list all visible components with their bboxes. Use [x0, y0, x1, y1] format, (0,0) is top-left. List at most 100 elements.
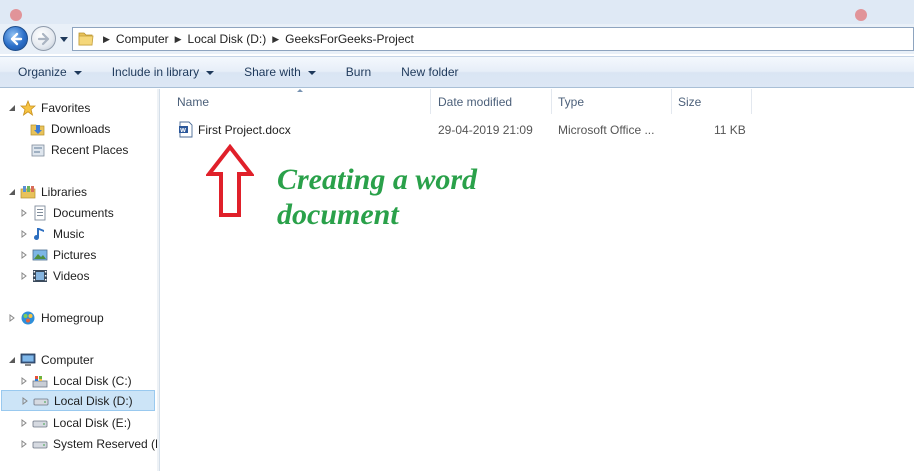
expand-triangle-icon[interactable]: [20, 376, 28, 385]
breadcrumb-local-disk-d[interactable]: Local Disk (D:): [188, 32, 267, 46]
word-document-icon: W: [179, 121, 193, 138]
nav-homegroup-label: Homegroup: [41, 310, 104, 325]
command-bar: Organize Include in library Share with B…: [0, 56, 914, 88]
share-with-label: Share with: [244, 65, 301, 79]
address-row: ▶ Computer ▶ Local Disk (D:) ▶ GeeksForG…: [0, 24, 914, 54]
nav-system-reserved[interactable]: System Reserved (H:: [20, 433, 160, 454]
chevron-down-icon: [206, 70, 215, 75]
nav-music-label: Music: [53, 226, 85, 241]
annotation-up-arrow: [206, 144, 254, 217]
collapse-triangle-icon[interactable]: [8, 188, 16, 196]
include-in-library-button[interactable]: Include in library: [94, 60, 226, 84]
column-header-size[interactable]: Size: [672, 89, 752, 114]
share-with-button[interactable]: Share with: [226, 60, 328, 84]
background-tab-strip: [0, 0, 914, 26]
nav-local-disk-e-label: Local Disk (E:): [53, 415, 132, 430]
star-icon: [20, 99, 36, 116]
folder-icon: [75, 28, 97, 50]
forward-button[interactable]: [31, 26, 56, 51]
documents-icon: [34, 205, 46, 220]
nav-local-disk-e[interactable]: Local Disk (E:): [20, 412, 131, 433]
recent-pages-dropdown-icon[interactable]: [59, 34, 69, 44]
nav-scrollbar[interactable]: [157, 89, 159, 471]
nav-recent-places[interactable]: Recent Places: [30, 139, 128, 160]
expand-triangle-icon[interactable]: [20, 439, 28, 448]
file-type: Microsoft Office ...: [558, 123, 655, 137]
nav-pictures[interactable]: Pictures: [20, 244, 96, 265]
chevron-down-icon: [307, 70, 316, 75]
annotation-text: Creating a word document: [277, 162, 537, 232]
pictures-icon: [32, 249, 48, 260]
column-header-date-modified[interactable]: Date modified: [432, 89, 552, 114]
expand-triangle-icon[interactable]: [8, 313, 16, 322]
back-button[interactable]: [3, 26, 28, 51]
expand-triangle-icon[interactable]: [20, 208, 28, 217]
new-folder-label: New folder: [401, 65, 459, 79]
nav-system-reserved-label: System Reserved (H:: [53, 436, 160, 451]
column-header-type-label: Type: [558, 94, 585, 109]
column-header-name[interactable]: Name: [171, 89, 431, 114]
file-date-modified: 29-04-2019 21:09: [438, 123, 533, 137]
breadcrumb[interactable]: ▶ Computer ▶ Local Disk (D:) ▶ GeeksForG…: [72, 27, 914, 51]
nav-downloads[interactable]: Downloads: [30, 118, 110, 139]
nav-homegroup[interactable]: Homegroup: [8, 307, 104, 328]
nav-recent-places-label: Recent Places: [51, 142, 129, 157]
column-header-date-modified-label: Date modified: [438, 94, 513, 109]
nav-libraries[interactable]: Libraries: [8, 181, 87, 202]
navigation-pane: Favorites Downloads Recent Places Librar…: [0, 89, 160, 471]
nav-local-disk-c-label: Local Disk (C:): [53, 373, 132, 388]
nav-local-disk-d-label: Local Disk (D:): [54, 393, 133, 408]
nav-pictures-label: Pictures: [53, 247, 97, 262]
burn-label: Burn: [345, 65, 372, 79]
nav-videos[interactable]: Videos: [20, 265, 89, 286]
new-folder-button[interactable]: New folder: [383, 60, 470, 84]
annotation-line-1: Creating a word: [277, 163, 478, 196]
file-list-pane: Name Date modified Type Size W First Pro…: [161, 89, 914, 471]
nav-favorites[interactable]: Favorites: [8, 97, 90, 118]
chevron-right-icon[interactable]: ▶: [272, 34, 279, 45]
downloads-folder-icon: [30, 124, 45, 135]
libraries-icon: [20, 185, 36, 198]
expand-triangle-icon[interactable]: [20, 418, 28, 427]
nav-documents-label: Documents: [53, 205, 114, 220]
nav-downloads-label: Downloads: [51, 121, 111, 136]
organize-label: Organize: [18, 65, 67, 79]
nav-documents[interactable]: Documents: [20, 202, 114, 223]
burn-button[interactable]: Burn: [328, 60, 383, 84]
collapse-triangle-icon[interactable]: [8, 104, 16, 112]
nav-computer-label: Computer: [41, 352, 94, 367]
nav-libraries-label: Libraries: [41, 184, 88, 199]
column-header-name-label: Name: [177, 94, 210, 109]
drive-icon: [33, 398, 49, 405]
drive-icon: [32, 441, 48, 448]
nav-favorites-label: Favorites: [41, 100, 91, 115]
chevron-right-icon[interactable]: ▶: [175, 34, 182, 45]
tab-favicon: [855, 9, 867, 21]
collapse-triangle-icon[interactable]: [8, 356, 16, 364]
computer-icon: [20, 353, 36, 366]
include-in-library-label: Include in library: [111, 65, 200, 79]
column-header-size-label: Size: [678, 94, 702, 109]
file-name[interactable]: First Project.docx: [198, 123, 291, 137]
expand-triangle-icon[interactable]: [20, 250, 28, 259]
file-row[interactable]: W First Project.docx 29-04-2019 21:09 Mi…: [171, 119, 756, 141]
music-note-icon: [34, 227, 44, 240]
nav-music[interactable]: Music: [20, 223, 84, 244]
recent-places-icon: [31, 144, 45, 156]
nav-computer[interactable]: Computer: [8, 349, 94, 370]
nav-videos-label: Videos: [53, 268, 90, 283]
breadcrumb-current-folder[interactable]: GeeksForGeeks-Project: [285, 32, 414, 46]
annotation-line-2: document: [277, 198, 399, 231]
expand-triangle-icon[interactable]: [20, 271, 28, 280]
system-drive-icon: [32, 375, 48, 387]
expand-triangle-icon[interactable]: [21, 396, 29, 405]
file-size: 11 KB: [714, 123, 746, 137]
breadcrumb-computer[interactable]: Computer: [116, 32, 169, 46]
organize-button[interactable]: Organize: [0, 60, 94, 84]
chevron-right-icon[interactable]: ▶: [103, 34, 110, 45]
nav-local-disk-d[interactable]: Local Disk (D:): [1, 390, 155, 411]
column-header-type[interactable]: Type: [552, 89, 672, 114]
nav-local-disk-c[interactable]: Local Disk (C:): [20, 370, 132, 391]
homegroup-icon: [21, 311, 35, 324]
expand-triangle-icon[interactable]: [20, 229, 28, 238]
